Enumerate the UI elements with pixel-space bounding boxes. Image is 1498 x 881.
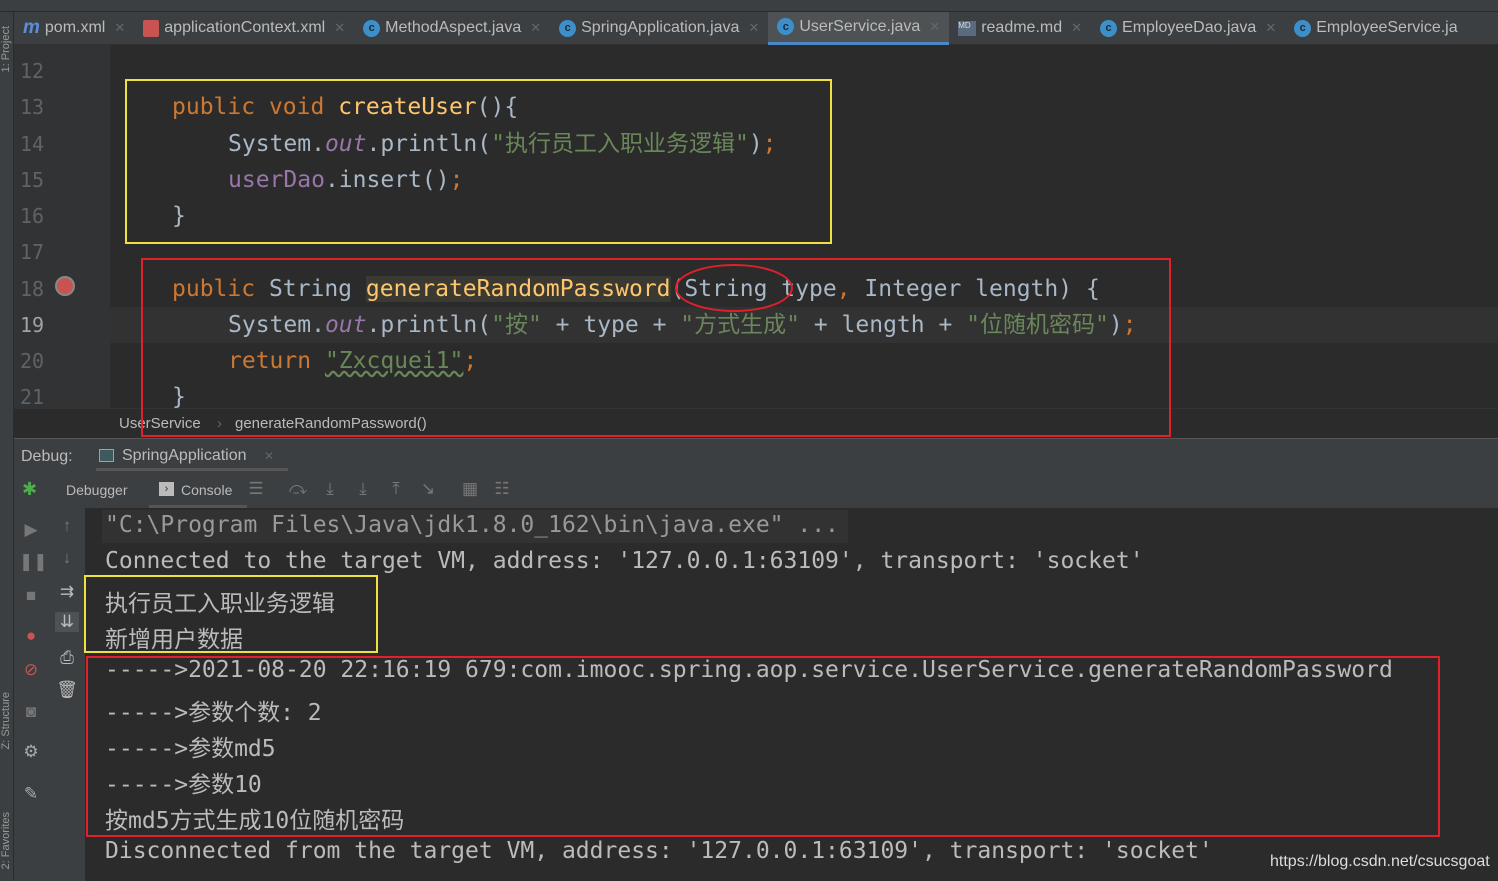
line-number: 19 [20,313,45,337]
scroll-to-end-icon[interactable]: ⇊ [55,612,79,632]
camera-icon[interactable]: ◙ [19,702,43,722]
title-strip [0,0,1498,12]
step-out-icon[interactable]: ⤒ [384,479,408,499]
left-tool-strip: 1: Project Z: Structure 2: Favorites [0,12,14,881]
annotation-red-box-code [141,258,1171,437]
tab-application-context[interactable]: applicationContext.xml ✕ [134,12,354,45]
project-tool-tab[interactable]: 1: Project [0,26,14,72]
evaluate-icon[interactable]: ▦ [458,479,482,499]
line-number: 13 [20,95,45,119]
up-arrow-icon[interactable]: ↑ [55,516,79,536]
close-icon[interactable]: ✕ [1265,20,1276,36]
step-over-icon[interactable]: ⤓ [318,479,342,499]
run-to-cursor-icon[interactable]: ↘ [416,479,440,499]
close-icon[interactable]: ✕ [334,20,345,36]
pin-icon[interactable]: ✎ [19,784,43,804]
structure-tool-tab[interactable]: Z: Structure [0,692,14,749]
console-actions-column: ↑ ↓ ⇉ ⇊ ⎙ 🗑 [48,508,86,881]
clear-icon[interactable]: 🗑 [55,680,79,700]
tab-method-aspect[interactable]: c MethodAspect.java ✕ [354,12,550,45]
close-icon[interactable]: ✕ [264,449,274,463]
line-number: 21 [20,385,45,409]
annotation-yellow-box-console [84,575,378,653]
tab-spring-application[interactable]: c SpringApplication.java ✕ [550,12,768,45]
method-breakpoint-icon[interactable] [55,276,75,296]
class-icon: c [363,19,381,37]
stop-icon[interactable]: ■ [19,586,43,606]
bug-icon: ✱ [22,479,38,499]
favorites-tool-tab[interactable]: 2: Favorites [0,812,14,869]
spring-xml-icon [143,19,160,37]
show-execution-point-icon[interactable]: ⤼ [286,479,310,499]
console-icon: › [159,482,174,496]
class-icon: c [1100,19,1118,37]
class-icon: c [777,18,795,35]
annotation-red-circle [675,264,793,312]
class-icon: c [1294,19,1312,37]
step-into-icon[interactable]: ⤓ [351,479,375,499]
run-class-icon: c [559,19,577,37]
pause-icon[interactable]: ❚❚ [19,552,48,572]
close-icon[interactable]: ✕ [114,20,125,36]
tab-console[interactable]: › Console [149,472,247,508]
menu-icon[interactable]: ☰ [244,479,268,499]
print-icon[interactable]: ⎙ [55,648,79,668]
line-number: 16 [20,204,45,228]
tab-debugger[interactable]: Debugger [66,482,128,498]
soft-wrap-icon[interactable]: ⇉ [55,582,79,602]
close-icon[interactable]: ✕ [929,19,940,35]
trace-icon[interactable]: ☷ [490,479,514,499]
maven-icon: m [23,17,40,38]
debug-actions-column: ▶ ❚❚ ■ ● ⊘ ◙ ⚙ ✎ [14,508,48,881]
debug-label: Debug: [21,448,73,465]
debug-session-tab[interactable]: SpringApplication ✕ [96,439,288,471]
view-breakpoints-icon[interactable]: ● [19,626,43,646]
annotation-red-box-console [86,656,1440,837]
down-arrow-icon[interactable]: ↓ [55,548,79,568]
close-icon[interactable]: ✕ [748,20,759,36]
line-number: 14 [20,132,45,156]
debug-toolbar: ✱ Debugger › Console ☰ ⤼ ⤓ ⤓ ⤒ ↘ ▦ ☷ [14,472,1498,508]
markdown-icon: MD [958,20,977,36]
console-line: Disconnected from the target VM, address… [105,838,1213,864]
resume-icon[interactable]: ▶ [19,520,43,540]
line-number: 17 [20,240,45,264]
console-line: Connected to the target VM, address: '12… [105,548,1144,574]
annotation-yellow-box-code [125,79,832,244]
tab-pom-xml[interactable]: m pom.xml ✕ [14,12,134,45]
editor-tabs: m pom.xml ✕ applicationContext.xml ✕ c Metho… [14,11,1498,45]
close-icon[interactable]: ✕ [1071,20,1082,36]
close-icon[interactable]: ✕ [530,20,541,36]
line-number: 12 [20,59,45,83]
console-line: "C:\Program Files\Java\jdk1.8.0_162\bin\… [105,512,839,538]
settings-icon[interactable]: ⚙ [19,742,43,762]
debug-header: Debug: SpringApplication ✕ [14,438,1498,472]
tab-user-service[interactable]: c UserService.java ✕ [768,11,950,45]
mute-breakpoints-icon[interactable]: ⊘ [19,660,43,680]
watermark: https://blog.csdn.net/csucsgoat [1270,853,1490,870]
tab-employee-dao[interactable]: c EmployeeDao.java ✕ [1091,12,1285,45]
tab-employee-service[interactable]: c EmployeeService.ja [1285,12,1466,45]
line-number: 18 [20,277,45,301]
line-number: 15 [20,168,45,192]
line-number: 20 [20,349,45,373]
tab-readme[interactable]: MD readme.md ✕ [949,12,1091,45]
console-window-icon [99,449,114,462]
